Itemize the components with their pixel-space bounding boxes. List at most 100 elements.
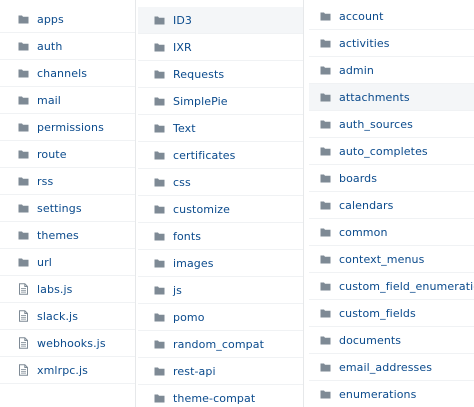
folder-icon [18,40,29,52]
folder-item-themes[interactable]: themes [0,222,135,249]
folder-icon [320,118,331,130]
folder-icon [154,257,165,269]
folder-icon [320,361,331,373]
item-label: common [339,225,388,239]
folder-icon [18,13,29,25]
item-label: rest-api [173,364,216,378]
folder-item-calendars[interactable]: calendars [309,192,474,219]
item-label: custom_fields [339,306,416,320]
file-icon [18,283,29,295]
item-label: themes [37,228,79,242]
file-list-column-3: account activities admin attachments auth_so… [309,0,474,407]
folder-icon [154,284,165,296]
item-label: account [339,9,384,23]
folder-item-documents[interactable]: documents [309,327,474,354]
folder-icon [320,145,331,157]
folder-icon [154,176,165,188]
item-label: admin [339,63,374,77]
folder-icon [18,202,29,214]
item-label: boards [339,171,378,185]
folder-icon [154,311,165,323]
folder-item-ixr[interactable]: IXR [138,34,303,61]
folder-item-css[interactable]: css [138,169,303,196]
folder-icon [320,307,331,319]
folder-icon [320,37,331,49]
folder-icon [154,41,165,53]
item-label: js [173,283,182,297]
folder-item-settings[interactable]: settings [0,195,135,222]
folder-item-auto-completes[interactable]: auto_completes [309,138,474,165]
folder-item-id3[interactable]: ID3 [138,7,303,34]
item-label: certificates [173,148,236,162]
folder-item-js[interactable]: js [138,277,303,304]
folder-item-admin[interactable]: admin [309,57,474,84]
file-icon [18,364,29,376]
folder-item-mail[interactable]: mail [0,87,135,114]
folder-item-permissions[interactable]: permissions [0,114,135,141]
file-item-slack-js[interactable]: slack.js [0,303,135,330]
item-label: enumerations [339,387,417,401]
folder-item-account[interactable]: account [309,3,474,30]
folder-item-activities[interactable]: activities [309,30,474,57]
item-label: settings [37,201,82,215]
file-list-column-2: ID3 IXR Requests SimplePie Text certificates c… [138,0,304,407]
folder-item-url[interactable]: url [0,249,135,276]
item-label: labs.js [37,282,73,296]
folder-item-rss[interactable]: rss [0,168,135,195]
folder-icon [154,68,165,80]
item-label: xmlrpc.js [37,363,89,377]
item-label: permissions [37,120,104,134]
folder-icon [320,334,331,346]
folder-item-attachments[interactable]: attachments [309,84,474,111]
item-label: context_menus [339,252,425,266]
item-label: SimplePie [173,94,228,108]
file-item-labs-js[interactable]: labs.js [0,276,135,303]
folder-item-custom-fields[interactable]: custom_fields [309,300,474,327]
folder-item-route[interactable]: route [0,141,135,168]
item-label: css [173,175,191,189]
folder-item-email-addresses[interactable]: email_addresses [309,354,474,381]
file-icon [18,337,29,349]
folder-item-certificates[interactable]: certificates [138,142,303,169]
folder-icon [154,149,165,161]
folder-item-rest-api[interactable]: rest-api [138,358,303,385]
item-label: theme-compat [173,391,256,405]
folder-item-simplepie[interactable]: SimplePie [138,88,303,115]
folder-item-enumerations[interactable]: enumerations [309,381,474,407]
folder-icon [154,230,165,242]
folder-item-images[interactable]: images [138,250,303,277]
folder-icon [154,365,165,377]
item-label: auth_sources [339,117,413,131]
folder-icon [320,64,331,76]
item-label: email_addresses [339,360,433,374]
folder-item-auth[interactable]: auth [0,33,135,60]
folder-item-text[interactable]: Text [138,115,303,142]
folder-item-pomo[interactable]: pomo [138,304,303,331]
folder-item-custom-field-enumerations[interactable]: custom_field_enumerations [309,273,474,300]
folder-item-customize[interactable]: customize [138,196,303,223]
file-item-xmlrpc-js[interactable]: xmlrpc.js [0,357,135,384]
item-label: attachments [339,90,410,104]
folder-item-channels[interactable]: channels [0,60,135,87]
folder-item-common[interactable]: common [309,219,474,246]
item-label: fonts [173,229,202,243]
folder-item-random-compat[interactable]: random_compat [138,331,303,358]
folder-item-requests[interactable]: Requests [138,61,303,88]
item-label: webhooks.js [37,336,106,350]
file-item-webhooks-js[interactable]: webhooks.js [0,330,135,357]
item-label: calendars [339,198,394,212]
folder-icon [320,388,331,400]
folder-item-fonts[interactable]: fonts [138,223,303,250]
folder-icon [18,121,29,133]
folder-icon [154,203,165,215]
folder-item-context-menus[interactable]: context_menus [309,246,474,273]
folder-icon [320,172,331,184]
item-label: route [37,147,67,161]
item-label: channels [37,66,88,80]
folder-item-boards[interactable]: boards [309,165,474,192]
folder-item-theme-compat[interactable]: theme-compat [138,385,303,407]
folder-item-apps[interactable]: apps [0,6,135,33]
item-label: ID3 [173,13,193,27]
folder-icon [154,14,165,26]
folder-item-auth-sources[interactable]: auth_sources [309,111,474,138]
